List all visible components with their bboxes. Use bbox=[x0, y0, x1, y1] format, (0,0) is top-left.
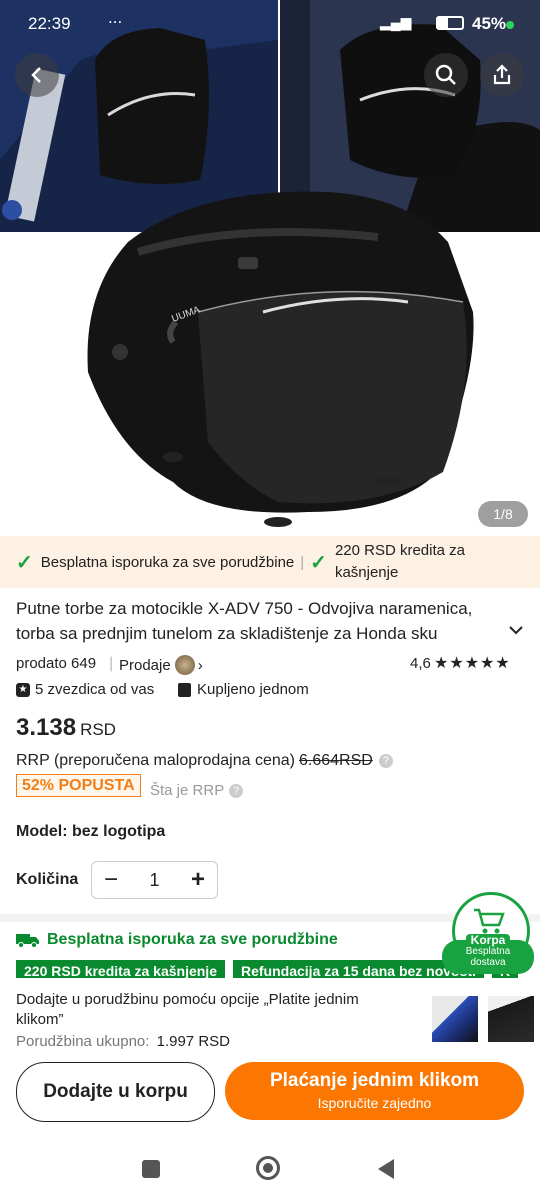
cart-icon bbox=[474, 908, 505, 934]
bought-once-label: Kupljeno jednom bbox=[197, 681, 309, 698]
chevron-left-icon bbox=[31, 67, 41, 83]
home-button[interactable] bbox=[256, 1156, 280, 1180]
help-icon[interactable]: ? bbox=[378, 754, 393, 768]
share-button[interactable] bbox=[480, 53, 524, 97]
price-currency: RSD bbox=[80, 720, 116, 739]
discount-label: 52% POPUSTA bbox=[16, 774, 141, 797]
increase-quantity-button[interactable]: + bbox=[179, 862, 217, 898]
rrp-label: RRP (preporučena maloprodajna cena) bbox=[16, 752, 295, 769]
promo-free-shipping: Besplatna isporuka za sve porudžbine bbox=[40, 553, 295, 571]
one-click-panel: Dodajte u porudžbinu pomoću opcije „Plat… bbox=[0, 978, 540, 1050]
help-icon: ? bbox=[229, 783, 244, 798]
battery-icon bbox=[436, 16, 464, 30]
model-label: Model: bbox=[16, 823, 68, 840]
motorcycle-bag-main-image: UUMA bbox=[87, 191, 474, 527]
check-icon: ✓ bbox=[310, 551, 327, 574]
signal-icon: ▂▄▆ bbox=[380, 14, 412, 30]
model-value: bez logotipa bbox=[72, 823, 166, 840]
five-star-label: 5 zvezdica od vas bbox=[35, 681, 155, 698]
seller-label: Prodaje bbox=[119, 656, 171, 674]
pay-one-click-sublabel: Isporučite zajedno bbox=[317, 1095, 432, 1111]
order-item-thumbnail[interactable] bbox=[432, 996, 478, 1042]
product-title: Putne torbe za motocikle X-ADV 750 - Odv… bbox=[16, 599, 473, 643]
free-shipping-row: Besplatna isporuka za sve porudžbine bbox=[16, 931, 338, 949]
order-total-value: 1.997 RSD bbox=[156, 1033, 230, 1050]
price-number: 3.138 bbox=[16, 714, 77, 741]
promo-credit: 220 RSD kredita za kašnjenje bbox=[334, 542, 466, 581]
privacy-indicator-dot bbox=[506, 21, 514, 29]
cart-sub1: Besplatna bbox=[465, 946, 511, 957]
search-icon bbox=[435, 64, 456, 85]
one-click-text: Dodajte u porudžbinu pomoću opcije „Plat… bbox=[16, 991, 359, 1028]
home-icon bbox=[263, 1163, 273, 1173]
delivery-truck-icon bbox=[16, 934, 39, 948]
what-is-rrp-link[interactable]: Šta je RRP ? bbox=[150, 782, 244, 799]
order-item-thumbnail[interactable] bbox=[488, 996, 534, 1042]
discount-badge: 52% POPUSTA bbox=[16, 774, 141, 797]
your-rating-info: ★ 5 zvezdica od vas bbox=[16, 681, 154, 698]
free-shipping-text: Besplatna isporuka za sve porudžbine bbox=[47, 931, 338, 948]
promo-separator: | bbox=[300, 553, 305, 571]
add-to-cart-button[interactable]: Dodajte u korpu bbox=[16, 1062, 215, 1122]
benefit-pill: 220 RSD kredita za kašnjenje bbox=[16, 960, 225, 978]
back-button[interactable] bbox=[15, 53, 59, 97]
quantity-label: Količina bbox=[16, 871, 79, 888]
nav-back-button[interactable] bbox=[376, 1158, 396, 1185]
price: 3.138 RSD bbox=[16, 714, 116, 742]
expand-title-button[interactable] bbox=[506, 620, 526, 645]
rrp-value: 6.664RSD bbox=[298, 752, 373, 769]
image-counter: 1/8 bbox=[478, 501, 528, 527]
chevron-right-icon: › bbox=[197, 656, 203, 674]
purchase-info: Kupljeno jednom bbox=[178, 681, 309, 698]
seller-avatar bbox=[174, 655, 195, 675]
seller-link[interactable]: Prodaje › bbox=[119, 655, 203, 675]
cart-sub2: dostava bbox=[470, 957, 506, 968]
order-total-row: Porudžbina ukupno: 1.997 RSD bbox=[16, 1033, 230, 1050]
cart-title: Korpa bbox=[466, 934, 510, 946]
quantity-value[interactable]: 1 bbox=[149, 870, 159, 891]
pay-one-click-label: Plaćanje jednim klikom bbox=[269, 1070, 480, 1091]
share-icon bbox=[493, 64, 511, 85]
what-is-rrp-label: Šta je RRP bbox=[150, 782, 225, 799]
system-navigation-bar bbox=[0, 1134, 540, 1200]
pay-one-click-button[interactable]: Plaćanje jednim klikom Isporučite zajedn… bbox=[225, 1062, 524, 1120]
rrp-row: RRP (preporučena maloprodajna cena) 6.66… bbox=[16, 752, 393, 770]
search-button[interactable] bbox=[424, 53, 468, 97]
star-badge-icon: ★ bbox=[16, 682, 30, 697]
status-dots: ... bbox=[108, 8, 123, 27]
status-bar: 22:39 ... ▂▄▆ 45% bbox=[0, 0, 540, 50]
product-image-gallery[interactable]: UUMA 22:39 ... ▂▄▆ 45% 1/8 bbox=[0, 0, 540, 536]
rating-value: 4,6 bbox=[410, 655, 431, 672]
cart-free-delivery-label[interactable]: Korpa Besplatna dostava bbox=[442, 934, 534, 974]
recent-apps-button[interactable] bbox=[142, 1160, 160, 1178]
quantity-stepper: − 1 + bbox=[91, 861, 218, 899]
chevron-down-icon bbox=[509, 626, 523, 635]
decrease-quantity-button[interactable]: − bbox=[92, 862, 130, 898]
triangle-back-icon bbox=[378, 1159, 394, 1179]
status-time: 22:39 bbox=[28, 14, 71, 33]
order-total-label: Porudžbina ukupno: bbox=[16, 1033, 150, 1050]
sold-count: prodato 649 bbox=[16, 655, 97, 672]
shopping-bag-icon bbox=[178, 682, 191, 697]
model-row[interactable]: Model: bez logotipa bbox=[16, 823, 165, 841]
check-icon: ✓ bbox=[16, 551, 33, 574]
rating-stars-icon[interactable]: ★★★★★ bbox=[434, 653, 511, 673]
promo-banner: ✓ Besplatna isporuka za sve porudžbine |… bbox=[0, 536, 540, 588]
meta-divider: | bbox=[109, 655, 114, 672]
battery-level: 45% bbox=[472, 14, 507, 33]
